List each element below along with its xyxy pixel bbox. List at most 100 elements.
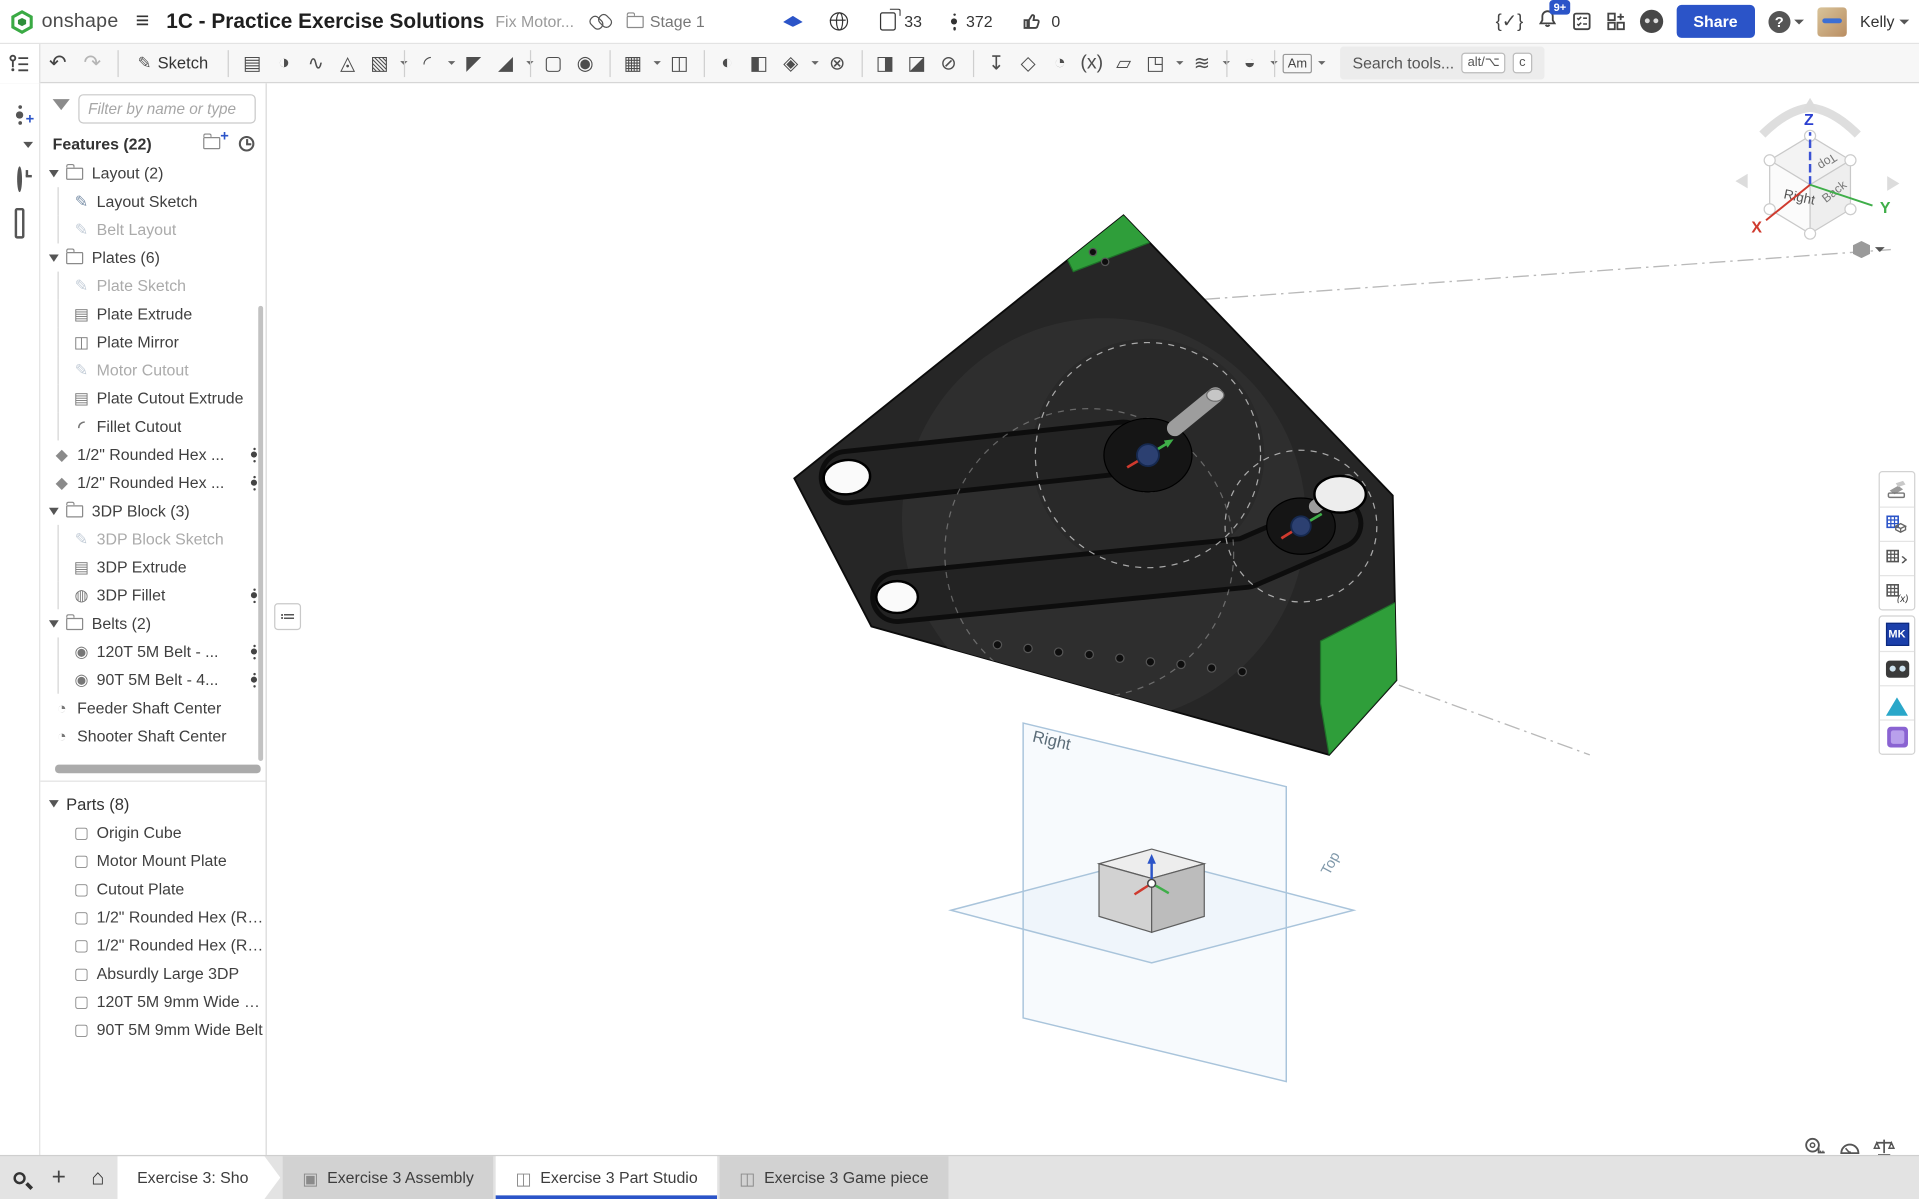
redo-button[interactable]: ↷: [75, 51, 110, 75]
assistant-icon[interactable]: [1640, 10, 1663, 33]
feature-tree-item[interactable]: Plate Extrude: [40, 300, 265, 328]
app-purple-icon[interactable]: [1880, 719, 1914, 753]
feature-tree-item[interactable]: Plates (6): [40, 243, 265, 271]
sketch-tool-button[interactable]: ✎ Sketch: [125, 53, 220, 73]
undo-button[interactable]: ↶: [40, 51, 75, 75]
mirror-tool-button[interactable]: ◫: [663, 47, 695, 79]
app-triangle-icon[interactable]: [1880, 685, 1914, 719]
feature-tree-item[interactable]: Plate Mirror: [40, 328, 265, 356]
parts-caret-icon[interactable]: [49, 800, 59, 812]
document-tab[interactable]: Exercise 3 Part Studio: [496, 1156, 717, 1199]
document-tab[interactable]: Exercise 3: Sho: [117, 1156, 280, 1199]
feature-tree-item[interactable]: 3DP Extrude: [40, 553, 265, 581]
thicken-tool-button[interactable]: ▧: [364, 47, 396, 79]
document-tab[interactable]: Exercise 3 Assembly: [283, 1156, 494, 1199]
tasks-checklist-icon[interactable]: [1571, 11, 1592, 32]
part-list-item[interactable]: Absurdly Large 3DP: [40, 959, 265, 987]
search-tabs-button[interactable]: [0, 1156, 39, 1199]
add-folder-icon[interactable]: [203, 135, 220, 153]
part-list-item[interactable]: 1/2" Rounded Hex (RE...: [40, 931, 265, 959]
home-tab-button[interactable]: ⌂: [78, 1156, 117, 1199]
apps-grid-icon[interactable]: [1605, 11, 1626, 32]
linear-pattern-tool-button[interactable]: ▦: [617, 47, 649, 79]
expand-caret-icon[interactable]: [49, 620, 59, 632]
feature-tree-item[interactable]: Belts (2): [40, 609, 265, 637]
feature-script-icon[interactable]: {✓}: [1496, 12, 1524, 30]
part-list-item[interactable]: Origin Cube: [40, 819, 265, 847]
part-list-item[interactable]: 120T 5M 9mm Wide B...: [40, 987, 265, 1015]
draft-tool-button[interactable]: ◢: [490, 47, 522, 79]
configurations-panel-icon[interactable]: [1880, 541, 1914, 575]
rollback-history-icon[interactable]: [239, 136, 255, 152]
revolve-tool-button[interactable]: ◑: [268, 47, 300, 79]
create-version-icon[interactable]: +: [16, 93, 23, 125]
primitive-tool-button[interactable]: ◇: [1012, 47, 1044, 79]
search-tools-button[interactable]: Search tools... alt/⌥ c: [1340, 46, 1544, 80]
part-list-item[interactable]: 1/2" Rounded Hex (RE...: [40, 903, 265, 931]
spring-tool-button[interactable]: ≋: [1186, 47, 1218, 79]
boolean-tool-button[interactable]: ◐: [711, 47, 743, 79]
hole-tool-button[interactable]: ◉: [569, 47, 601, 79]
public-globe-icon[interactable]: [830, 12, 848, 30]
document-tab[interactable]: Exercise 3 Game piece: [720, 1156, 948, 1199]
feature-list-toggle[interactable]: [0, 43, 40, 82]
variables-table-icon[interactable]: (x): [1880, 575, 1914, 609]
link-icon[interactable]: [587, 8, 613, 34]
replace-face-tool-button[interactable]: ◪: [901, 47, 933, 79]
import-tool-button[interactable]: ↧: [980, 47, 1012, 79]
appearance-panel-icon[interactable]: [1880, 472, 1914, 506]
part-list-item[interactable]: Motor Mount Plate: [40, 847, 265, 875]
user-menu[interactable]: Kelly: [1860, 12, 1909, 30]
fillet-tool-button[interactable]: ◜: [411, 47, 443, 79]
learning-icon[interactable]: [783, 16, 803, 27]
loft-tool-button[interactable]: ◬: [332, 47, 364, 79]
bom-table-icon[interactable]: [1880, 507, 1914, 541]
feature-tree-item[interactable]: Fillet Cutout: [40, 412, 265, 440]
expand-caret-icon[interactable]: [49, 254, 59, 266]
view-options-button[interactable]: [1853, 241, 1885, 258]
custom-tables-icon[interactable]: [15, 213, 25, 235]
horizontal-scrollbar[interactable]: [55, 765, 261, 774]
document-subtitle[interactable]: Fix Motor...: [495, 12, 574, 30]
variable-tool-button[interactable]: (x): [1076, 47, 1108, 79]
feature-tree-item[interactable]: 3DP Fillet: [40, 581, 265, 609]
app-mk-icon[interactable]: MK: [1880, 617, 1914, 651]
history-versions-icon[interactable]: [17, 169, 22, 191]
onshape-logo[interactable]: onshape: [10, 9, 119, 33]
main-menu-icon[interactable]: ≡: [136, 10, 150, 33]
feature-tree-item[interactable]: 120T 5M Belt - ...: [40, 637, 265, 665]
extrude-tool-button[interactable]: ▤: [236, 47, 268, 79]
chamfer-tool-button[interactable]: ◤: [458, 47, 490, 79]
delete-face-tool-button[interactable]: ⊘: [933, 47, 965, 79]
feature-tree-item[interactable]: 90T 5M Belt - 4...: [40, 666, 265, 694]
thumbs-up-icon[interactable]: [1022, 11, 1043, 32]
feature-tree-item[interactable]: Plate Sketch: [40, 272, 265, 300]
suppression-dots-icon[interactable]: [251, 644, 257, 659]
offset-surface-tool-button[interactable]: ◳: [1140, 47, 1172, 79]
feature-tree-item[interactable]: 1/2" Rounded Hex ...: [40, 440, 265, 468]
feature-tree-item[interactable]: Plate Cutout Extrude: [40, 384, 265, 412]
transform-tool-button[interactable]: ◈: [775, 47, 807, 79]
history-icon[interactable]: [951, 13, 957, 30]
suppression-dots-icon[interactable]: [251, 588, 257, 603]
sweep-tool-button[interactable]: ∿: [300, 47, 332, 79]
feature-tree-item[interactable]: 1/2" Rounded Hex ...: [40, 469, 265, 497]
vertical-scrollbar[interactable]: [258, 306, 263, 761]
suppression-dots-icon[interactable]: [251, 672, 257, 687]
part-list-item[interactable]: Cutout Plate: [40, 875, 265, 903]
feature-tree-item[interactable]: 3DP Block (3): [40, 497, 265, 525]
avatar[interactable]: [1817, 7, 1846, 36]
feature-list-rollup-handle[interactable]: ≔: [274, 603, 301, 630]
part-list-item[interactable]: 90T 5M 9mm Wide Belt: [40, 1015, 265, 1043]
feature-tree-item[interactable]: 3DP Block Sketch: [40, 525, 265, 553]
feature-tree-item[interactable]: Shooter Shaft Center: [40, 722, 265, 750]
3d-viewport[interactable]: Right Top: [0, 0, 1919, 1199]
suppression-dots-icon[interactable]: [251, 475, 257, 490]
filter-input[interactable]: [78, 94, 255, 123]
move-face-tool-button[interactable]: ◨: [869, 47, 901, 79]
filter-icon[interactable]: [53, 99, 70, 119]
share-button[interactable]: Share: [1676, 5, 1754, 38]
app-robot-icon[interactable]: [1880, 651, 1914, 685]
workspace-breadcrumb[interactable]: Stage 1: [627, 12, 705, 30]
plane-tool-button[interactable]: ▱: [1108, 47, 1140, 79]
